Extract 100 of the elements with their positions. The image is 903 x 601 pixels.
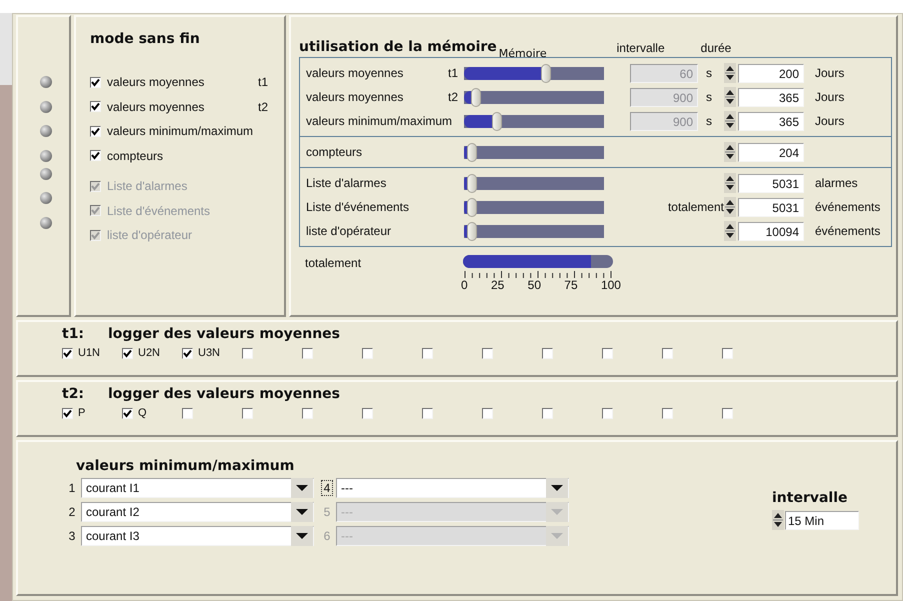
checkbox-label: compteurs [107, 148, 164, 163]
checkbox-label: P [78, 407, 86, 419]
row-label: valeurs minimum/maximum [306, 114, 452, 128]
column-header: Mémoire [498, 47, 547, 60]
row-number: 1 [68, 480, 76, 496]
dropdown[interactable]: courant I3 [81, 526, 314, 546]
checkbox[interactable] [182, 348, 193, 358]
panel-title: intervalle [772, 490, 849, 506]
duration-field[interactable]: 5031 [738, 174, 804, 192]
slider[interactable] [464, 198, 604, 216]
checkbox[interactable] [422, 348, 433, 358]
checkbox[interactable] [122, 348, 133, 358]
checkbox[interactable] [602, 408, 613, 418]
checkbox[interactable] [90, 126, 101, 137]
column-header: intervalle [616, 41, 665, 55]
caret-icon [291, 478, 313, 498]
checkbox[interactable] [482, 348, 493, 358]
slider[interactable] [464, 112, 604, 130]
panel-title: logger des valeurs moyennes [108, 326, 340, 342]
checkbox[interactable] [662, 348, 673, 358]
duration-field[interactable]: 200 [738, 64, 804, 82]
spin-button[interactable] [772, 510, 784, 530]
duration-field[interactable]: 5031 [738, 198, 804, 216]
slider[interactable] [464, 222, 604, 240]
tick-label: 75 [564, 278, 578, 292]
checkbox[interactable] [422, 408, 433, 418]
caret-icon [546, 502, 568, 522]
checkbox[interactable] [722, 348, 733, 358]
checkbox[interactable] [62, 348, 73, 358]
checkbox[interactable] [242, 408, 253, 418]
interval-field[interactable]: 15 Min [785, 510, 859, 530]
checkbox[interactable] [182, 408, 193, 418]
checkbox[interactable] [62, 408, 73, 418]
row-label: valeurs moyennes [306, 90, 404, 104]
checkbox-label: valeurs moyennes [107, 100, 206, 114]
led-icon [40, 150, 52, 162]
spin-button[interactable] [724, 87, 736, 107]
checkbox[interactable] [90, 101, 101, 112]
checkbox[interactable] [602, 348, 613, 358]
checkbox[interactable] [90, 76, 101, 88]
unit-label: s [705, 66, 713, 80]
duration-field[interactable]: 204 [738, 142, 804, 162]
checkbox-label: Liste d'événements [107, 204, 212, 218]
checkbox-label: U2N [138, 347, 160, 359]
duration-field[interactable]: 365 [738, 112, 804, 130]
row-number: 6 [322, 528, 332, 544]
slider[interactable] [464, 174, 604, 192]
caret-icon [546, 478, 568, 498]
spin-button[interactable] [724, 111, 736, 131]
checkbox[interactable] [542, 348, 553, 358]
led-icon [40, 100, 52, 112]
spin-button[interactable] [724, 173, 736, 193]
spin-button[interactable] [724, 63, 736, 83]
spin-button[interactable] [724, 142, 736, 162]
led-icon [40, 168, 52, 180]
checkbox-label: Liste d'alarmes [107, 179, 188, 194]
unit-label: s [705, 114, 713, 128]
unit-label: Jours [814, 90, 846, 104]
row-label: totalement [304, 255, 362, 272]
checkbox[interactable] [362, 348, 373, 358]
unit-label: Jours [814, 114, 846, 128]
checkbox[interactable] [362, 408, 373, 418]
checkbox[interactable] [90, 150, 101, 162]
duration-field[interactable]: 10094 [738, 222, 804, 240]
checkbox[interactable] [302, 348, 313, 358]
unit-label: alarmes [814, 176, 859, 190]
label: totalement [668, 200, 724, 214]
checkbox[interactable] [302, 408, 313, 418]
duration-field[interactable]: 365 [738, 88, 804, 106]
row-label: valeurs moyennes [306, 66, 404, 80]
slider[interactable] [464, 64, 604, 82]
slider[interactable] [464, 88, 604, 106]
checkbox[interactable] [482, 408, 493, 418]
tick-label: 25 [490, 278, 504, 292]
caret-icon [546, 526, 568, 546]
caret-icon [291, 502, 313, 522]
tick-label: 100 [600, 278, 621, 292]
unit-label: s [705, 90, 713, 104]
checkbox[interactable] [542, 408, 553, 418]
column-header: durée [700, 41, 732, 55]
slider[interactable] [464, 142, 604, 162]
checkbox[interactable] [242, 348, 253, 358]
spin-button[interactable] [724, 197, 736, 217]
dropdown[interactable]: --- [336, 478, 569, 498]
checkbox[interactable] [122, 408, 133, 418]
spin-button[interactable] [724, 221, 736, 241]
label: t1 [448, 66, 458, 80]
dropdown[interactable]: courant I2 [81, 502, 314, 522]
row-label: Liste d'alarmes [306, 176, 386, 190]
tick-label: 0 [461, 278, 468, 292]
checkbox[interactable] [662, 408, 673, 418]
row-label: liste d'opérateur [306, 224, 392, 238]
led-icon [40, 216, 52, 228]
checkbox[interactable] [722, 408, 733, 418]
panel-title: mode sans fin [90, 31, 201, 47]
row-number: 3 [68, 528, 76, 544]
dropdown[interactable]: courant I1 [81, 478, 314, 498]
led-icon [40, 76, 52, 88]
checkbox-label: valeurs minimum/maximum [107, 124, 254, 138]
row-number: 4 [321, 480, 333, 496]
